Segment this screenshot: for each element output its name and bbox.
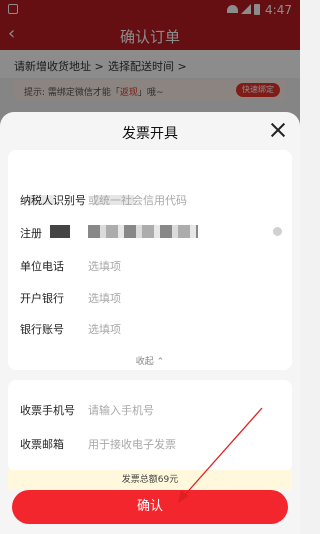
field-label: 收票手机号	[20, 404, 75, 417]
field-label: 开户银行	[20, 292, 64, 305]
redacted-text	[50, 225, 70, 238]
receiver-email-field[interactable]: 收票邮箱 用于接收电子发票	[8, 428, 292, 458]
sheet-title: 发票开具	[122, 126, 178, 142]
field-label: 银行账号	[20, 323, 64, 336]
close-icon[interactable]	[270, 122, 286, 138]
company-phone-field[interactable]: 单位电话 选填项	[8, 250, 292, 280]
invoice-sheet: 发票开具 纳税人识别号 或统一社会信用代码 注册 单位电话 选填项 开户银行 选…	[0, 112, 300, 534]
receiver-phone-field[interactable]: 收票手机号 请输入手机号	[8, 394, 292, 424]
invoice-info-card: 纳税人识别号 或统一社会信用代码 注册 单位电话 选填项 开户银行 选填项 银行…	[8, 150, 292, 370]
invoice-total: 发票总额69元	[8, 470, 292, 490]
bank-name-field[interactable]: 开户银行 选填项	[8, 282, 292, 312]
field-label: 收票邮箱	[20, 438, 64, 451]
collapse-toggle[interactable]: 收起 ⌃	[8, 354, 292, 367]
field-placeholder: 或统一社会信用代码	[88, 194, 187, 207]
registered-address-field[interactable]: 注册	[8, 217, 292, 247]
field-placeholder: 请输入手机号	[88, 404, 154, 417]
confirm-button[interactable]: 确认	[12, 490, 288, 524]
clear-icon[interactable]	[273, 227, 282, 236]
redacted-text	[88, 225, 198, 238]
collapse-label: 收起	[135, 357, 154, 367]
taxpayer-id-field[interactable]: 纳税人识别号 或统一社会信用代码	[8, 184, 292, 214]
field-label: 单位电话	[20, 260, 64, 273]
field-placeholder: 选填项	[88, 260, 121, 273]
field-placeholder: 选填项	[88, 323, 121, 336]
field-label: 纳税人识别号	[20, 194, 86, 207]
field-placeholder: 选填项	[88, 292, 121, 305]
bank-account-field[interactable]: 银行账号 选填项	[8, 313, 292, 343]
receiver-card: 收票手机号 请输入手机号 收票邮箱 用于接收电子发票	[8, 380, 292, 472]
field-label: 注册	[20, 227, 42, 240]
field-placeholder: 用于接收电子发票	[88, 438, 176, 451]
chevron-up-icon: ⌃	[156, 357, 165, 367]
